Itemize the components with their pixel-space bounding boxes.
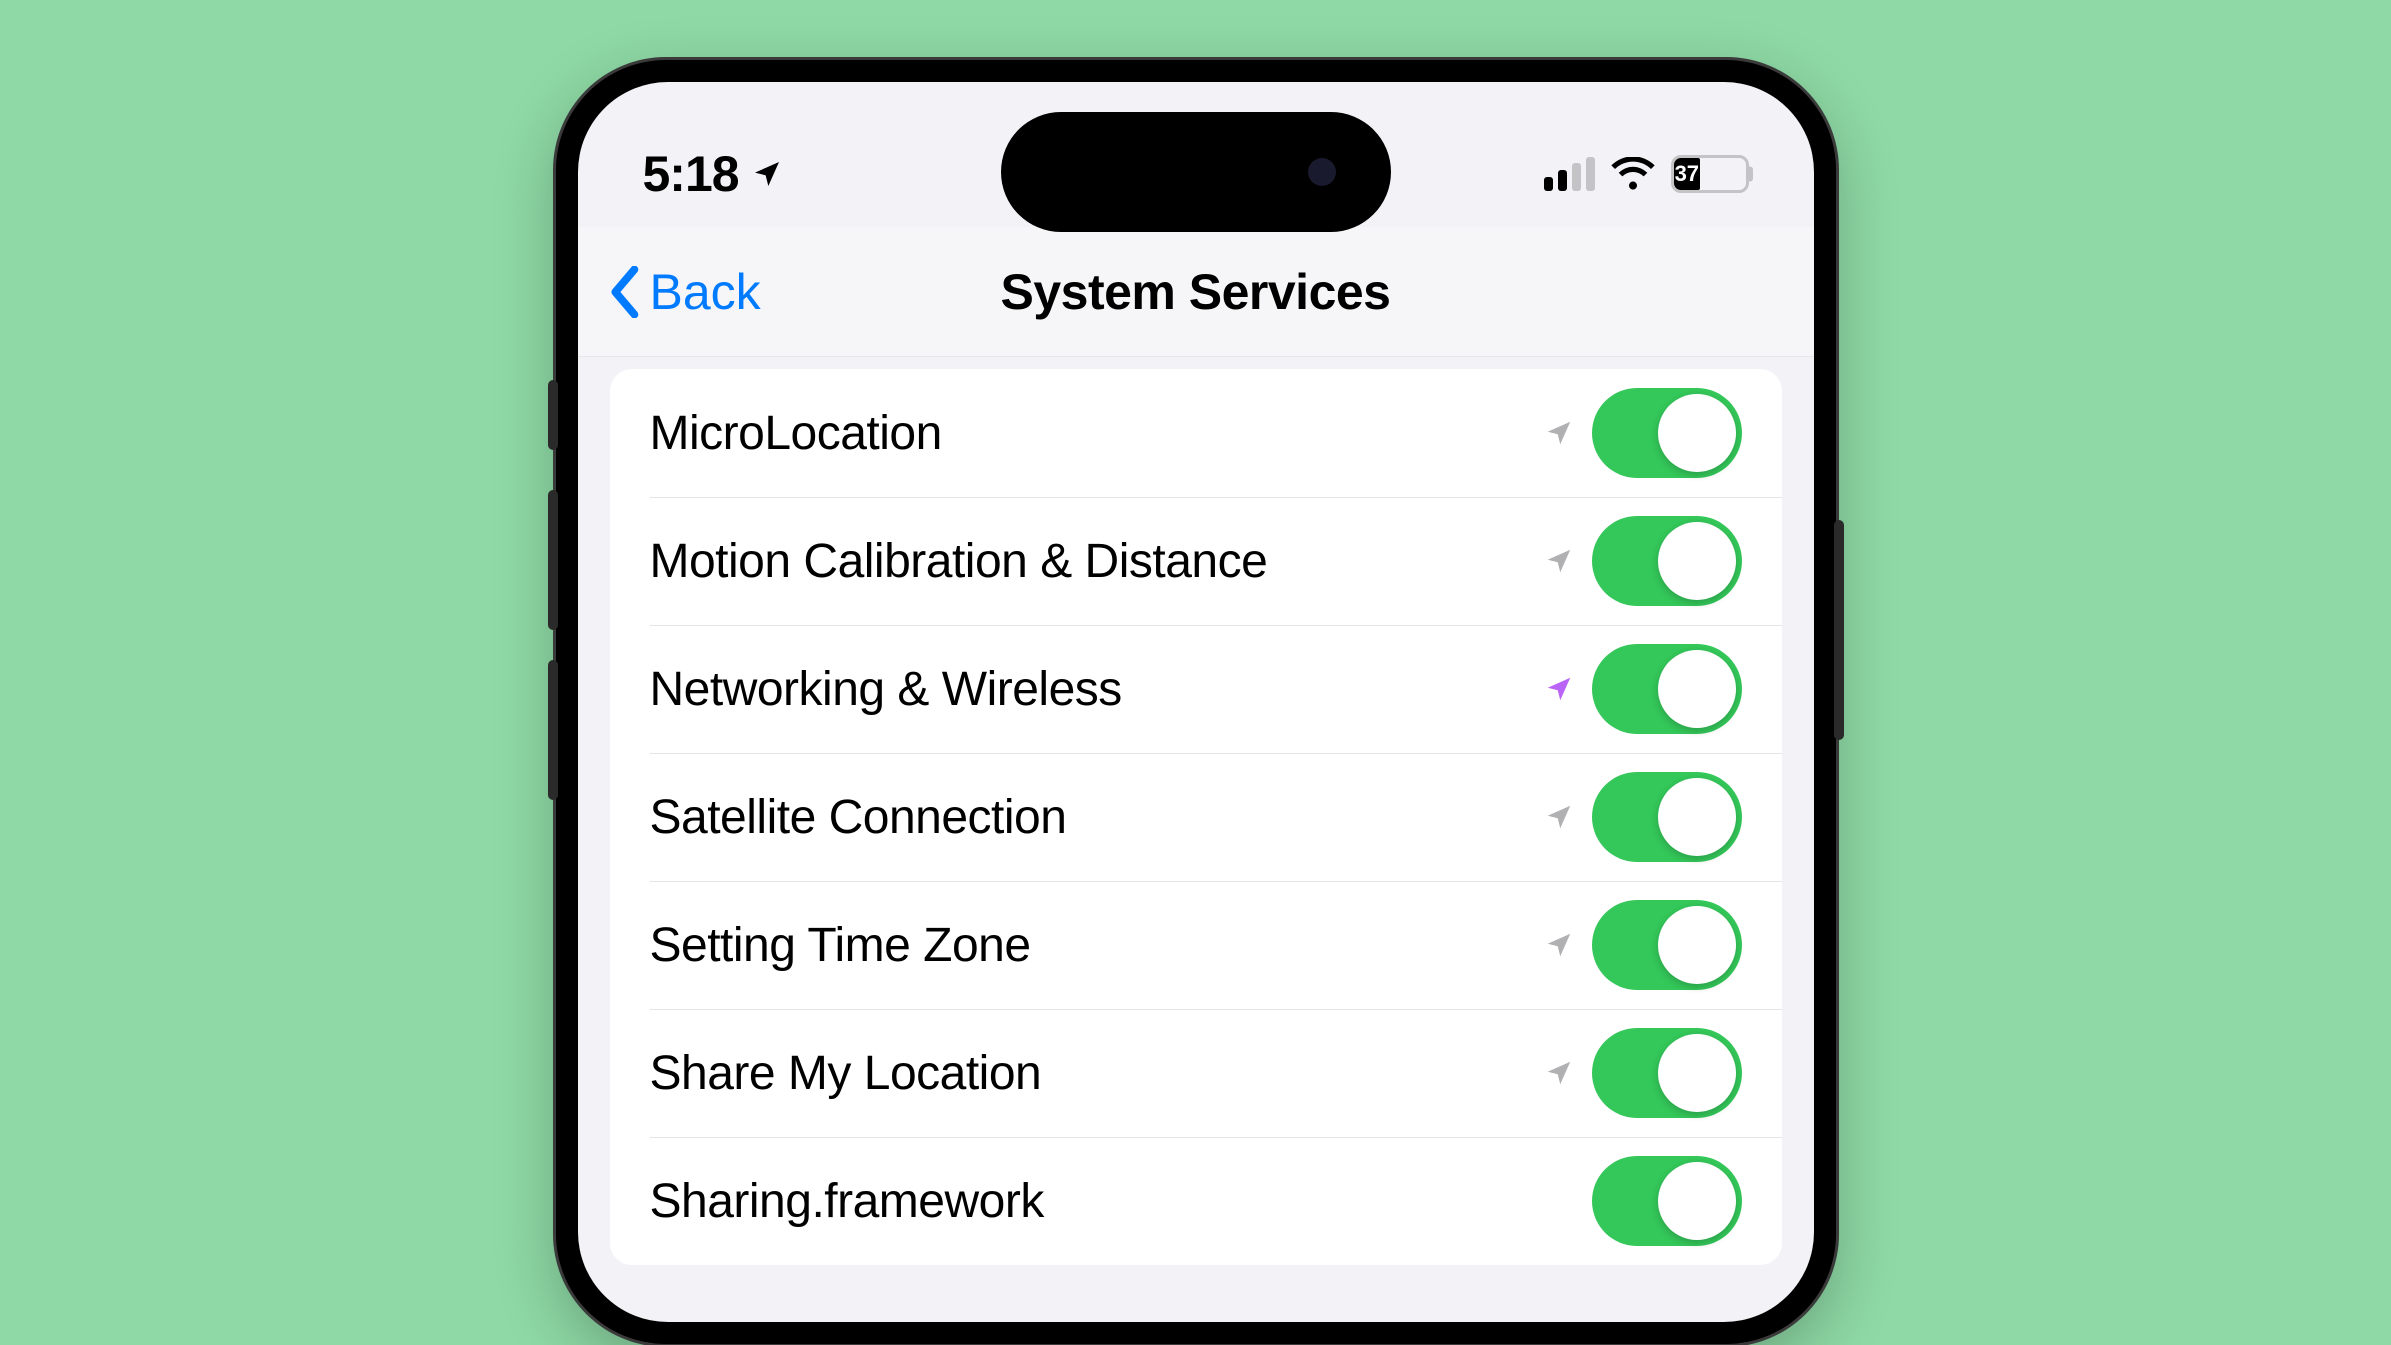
wifi-icon: [1611, 157, 1655, 191]
location-arrow-icon: [1544, 418, 1574, 448]
toggle-networking-wireless[interactable]: [1592, 644, 1742, 734]
battery-percentage: 37: [1675, 161, 1699, 187]
cellular-signal-icon: [1544, 157, 1595, 191]
row-label: Satellite Connection: [650, 790, 1544, 845]
page-title: System Services: [578, 263, 1814, 321]
phone-frame: 5:18 37: [556, 60, 1836, 1344]
row-label: Motion Calibration & Distance: [650, 534, 1544, 589]
row-networking-wireless: Networking & Wireless: [610, 625, 1782, 753]
side-button-volume-up: [548, 490, 558, 630]
toggle-setting-time-zone[interactable]: [1592, 900, 1742, 990]
row-label: Share My Location: [650, 1046, 1544, 1101]
side-button-silent: [548, 380, 558, 450]
row-label: Setting Time Zone: [650, 918, 1544, 973]
row-label: Networking & Wireless: [650, 662, 1544, 717]
battery-icon: 37: [1671, 155, 1749, 193]
back-label: Back: [650, 263, 761, 321]
dynamic-island: [1001, 112, 1391, 232]
chevron-left-icon: [606, 266, 642, 318]
row-label: Sharing.framework: [650, 1174, 1592, 1229]
row-sharing-framework: Sharing.framework: [610, 1137, 1782, 1265]
back-button[interactable]: Back: [578, 263, 761, 321]
location-indicator-icon: [751, 158, 783, 190]
row-share-my-location: Share My Location: [610, 1009, 1782, 1137]
screen: 5:18 37: [578, 82, 1814, 1322]
toggle-sharing-framework[interactable]: [1592, 1156, 1742, 1246]
location-arrow-icon: [1544, 546, 1574, 576]
navigation-bar: Back System Services: [578, 227, 1814, 357]
toggle-share-my-location[interactable]: [1592, 1028, 1742, 1118]
side-button-volume-down: [548, 660, 558, 800]
row-microlocation: MicroLocation: [610, 369, 1782, 497]
row-label: MicroLocation: [650, 406, 1544, 461]
settings-list: MicroLocation Motion Calibration & Dista…: [610, 369, 1782, 1265]
status-time: 5:18: [643, 145, 739, 203]
location-arrow-icon: [1544, 1058, 1574, 1088]
row-setting-time-zone: Setting Time Zone: [610, 881, 1782, 1009]
toggle-satellite-connection[interactable]: [1592, 772, 1742, 862]
location-arrow-icon: [1544, 802, 1574, 832]
row-motion-calibration: Motion Calibration & Distance: [610, 497, 1782, 625]
toggle-microlocation[interactable]: [1592, 388, 1742, 478]
location-arrow-icon: [1544, 674, 1574, 704]
row-satellite-connection: Satellite Connection: [610, 753, 1782, 881]
side-button-power: [1834, 520, 1844, 740]
location-arrow-icon: [1544, 930, 1574, 960]
toggle-motion-calibration[interactable]: [1592, 516, 1742, 606]
